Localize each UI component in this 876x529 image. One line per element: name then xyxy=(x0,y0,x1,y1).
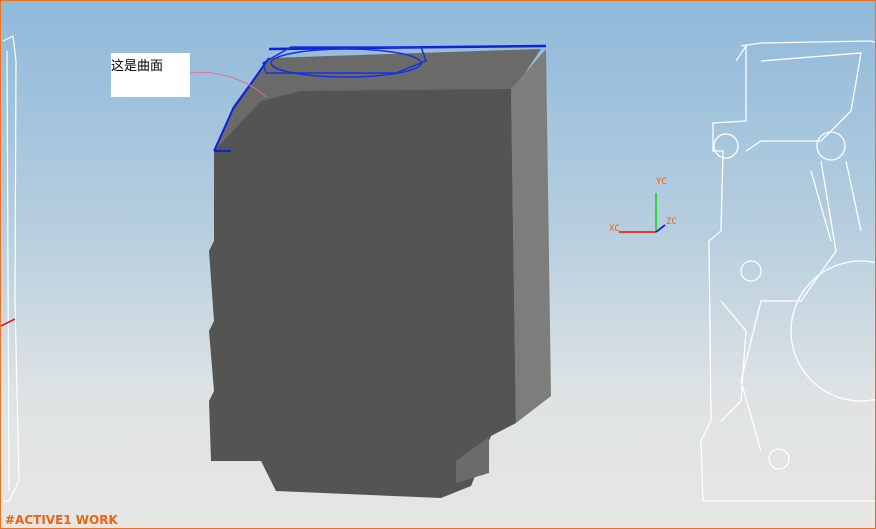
wcs-triad xyxy=(619,193,666,233)
graphics-viewport[interactable]: 这是曲面 YC XC ZC #ACTIVE1 WORK xyxy=(0,0,876,529)
wcs-yc-label: YC xyxy=(656,177,667,187)
wcs-zc-label: ZC xyxy=(666,217,677,227)
surface-annotation-note: 这是曲面 xyxy=(111,53,190,97)
solid-body xyxy=(209,44,551,498)
right-wireframe-part xyxy=(700,40,875,502)
wcs-xc-label: XC xyxy=(609,224,620,234)
left-wireframe-part xyxy=(2,35,20,502)
work-layer-status: #ACTIVE1 WORK xyxy=(5,513,118,527)
